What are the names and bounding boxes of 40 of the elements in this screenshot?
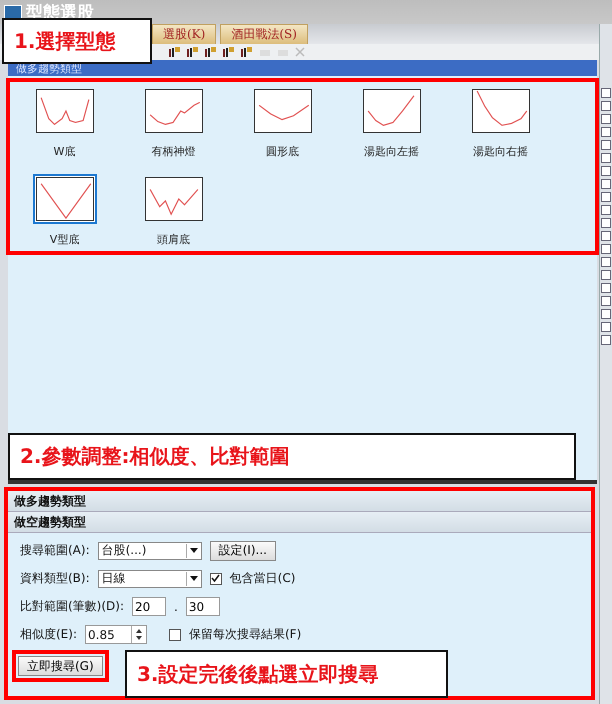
search-button[interactable]: 立即搜尋(G) bbox=[18, 656, 103, 676]
pattern-label: 頭肩底 bbox=[157, 232, 190, 247]
chart-tool-icon[interactable] bbox=[168, 46, 182, 58]
section-header[interactable]: 做多趨勢類型 bbox=[8, 491, 591, 512]
annotation-callout: 3.設定完後後點選立即搜尋 bbox=[125, 650, 448, 698]
range-separator: . bbox=[174, 600, 178, 614]
spin-field[interactable]: 0.85 bbox=[85, 625, 147, 644]
settings-button[interactable]: 設定(I)... bbox=[210, 540, 276, 560]
dropdown[interactable]: 日線 bbox=[98, 570, 202, 588]
dropdown-arrow-icon bbox=[186, 544, 201, 558]
checkbox[interactable] bbox=[210, 572, 222, 584]
pattern-label: 有柄神燈 bbox=[152, 144, 196, 159]
close-icon bbox=[294, 46, 306, 58]
tab[interactable]: 酒田戰法(S) bbox=[220, 24, 308, 44]
section-header[interactable]: 做空趨勢類型 bbox=[8, 512, 591, 533]
chart-tool-icon[interactable] bbox=[240, 46, 254, 58]
input-field[interactable]: 20 bbox=[132, 597, 166, 616]
dropdown[interactable]: 台股(...) bbox=[98, 542, 202, 560]
pattern-thumbnail[interactable] bbox=[32, 174, 96, 224]
checkbox-label: 包含當日(C) bbox=[230, 570, 296, 587]
annotation-callout: 1.選擇型態 bbox=[2, 18, 152, 64]
field-label: 資料類型(B): bbox=[20, 570, 90, 587]
field-label: 相似度(E): bbox=[20, 626, 77, 643]
pattern-label: 湯匙向右摇 bbox=[473, 144, 528, 159]
dropdown-arrow-icon bbox=[186, 572, 201, 586]
pattern-label: 圓形底 bbox=[266, 144, 299, 159]
field-label: 比對範圍(筆數)(D): bbox=[20, 598, 124, 615]
input-field[interactable]: 30 bbox=[186, 597, 220, 616]
pattern-label: W底 bbox=[54, 144, 76, 159]
app-logo-icon bbox=[4, 5, 22, 19]
chart-tool-icon[interactable] bbox=[222, 46, 236, 58]
chart-tool-icon[interactable] bbox=[204, 46, 218, 58]
checkbox-label: 保留每次搜尋結果(F) bbox=[189, 626, 302, 643]
checkbox[interactable] bbox=[169, 628, 181, 640]
pattern-label: 湯匙向左摇 bbox=[364, 144, 419, 159]
tab[interactable]: 選股(K) bbox=[152, 24, 216, 44]
annotation-callout: 2.參數調整:相似度、比對範圍 bbox=[8, 433, 576, 480]
pattern-label: V型底 bbox=[50, 232, 80, 247]
chart-tool-icon[interactable] bbox=[186, 46, 200, 58]
field-label: 搜尋範圍(A): bbox=[20, 542, 90, 559]
